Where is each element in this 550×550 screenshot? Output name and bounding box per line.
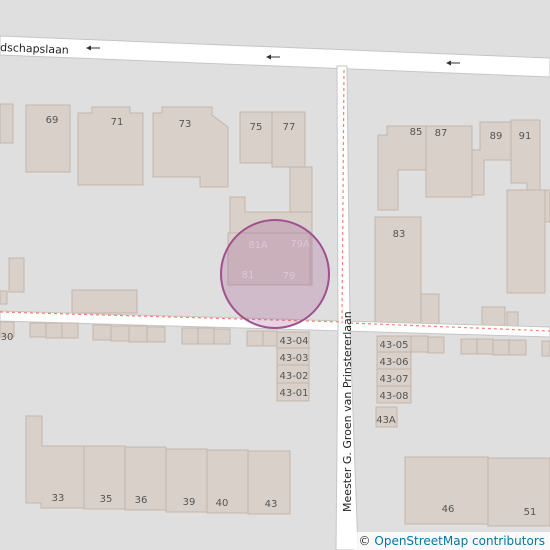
house-number: 75 bbox=[250, 122, 263, 133]
house-number: 83 bbox=[393, 229, 406, 240]
house-number: 40 bbox=[216, 498, 229, 509]
house-number: 73 bbox=[179, 119, 192, 130]
house-number: 30 bbox=[1, 332, 14, 343]
house-number: 69 bbox=[46, 115, 59, 126]
map-canvas[interactable]: dschapslaan Meester G. Groen van Prinste… bbox=[0, 0, 550, 550]
street-name-top: dschapslaan bbox=[0, 41, 69, 57]
house-number: 33 bbox=[52, 493, 65, 504]
copyright-symbol: © bbox=[358, 534, 371, 548]
house-number: 46 bbox=[442, 504, 455, 515]
house-number: 43-04 bbox=[279, 336, 308, 347]
attribution-link[interactable]: OpenStreetMap contributors bbox=[374, 534, 545, 548]
house-number: 43-06 bbox=[379, 357, 408, 368]
house-number: 85 bbox=[410, 127, 423, 138]
house-number: 43-07 bbox=[379, 374, 408, 385]
house-number: 51 bbox=[524, 507, 537, 518]
attribution: © OpenStreetMap contributors bbox=[353, 532, 550, 550]
house-number: 36 bbox=[135, 495, 148, 506]
house-number: 87 bbox=[435, 128, 448, 139]
street-name-vertical: Meester G. Groen van Prinstererlaan bbox=[341, 311, 354, 512]
house-number: 43 bbox=[265, 499, 278, 510]
house-number: 39 bbox=[183, 497, 196, 508]
house-number: 43-08 bbox=[379, 391, 408, 402]
house-number: 43A bbox=[376, 415, 396, 426]
house-number: 43-02 bbox=[279, 371, 308, 382]
house-number: 43-01 bbox=[279, 388, 308, 399]
house-number: 43-05 bbox=[379, 340, 408, 351]
house-number: 89 bbox=[490, 131, 503, 142]
house-number: 35 bbox=[100, 494, 113, 505]
house-number: 91 bbox=[519, 131, 532, 142]
house-number: 77 bbox=[283, 122, 296, 133]
house-number: 71 bbox=[111, 117, 124, 128]
house-number: 43-03 bbox=[279, 353, 308, 364]
location-marker[interactable] bbox=[220, 219, 330, 329]
